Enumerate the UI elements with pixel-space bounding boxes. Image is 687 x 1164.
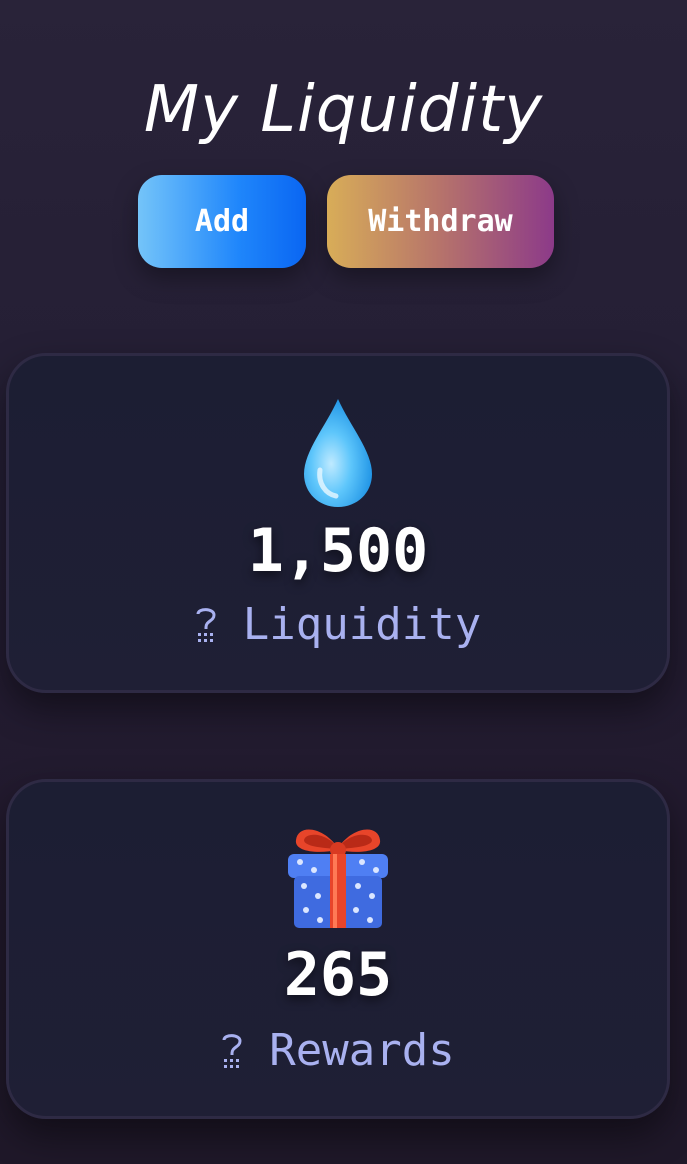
rewards-card: 265 Rewards — [6, 779, 670, 1119]
action-buttons: Add Withdraw — [0, 175, 687, 269]
page-title: My Liquidity — [143, 73, 544, 147]
withdraw-button[interactable]: Withdraw — [327, 175, 554, 268]
question-icon[interactable] — [221, 1031, 243, 1071]
water-drop-icon — [9, 396, 667, 511]
gift-icon — [9, 820, 667, 932]
liquidity-value: 1,500 — [247, 516, 429, 586]
liquidity-card: 1,500 Liquidity — [6, 353, 670, 693]
add-button[interactable]: Add — [138, 175, 306, 268]
rewards-value: 265 — [283, 940, 393, 1010]
rewards-label: Rewards — [269, 1025, 455, 1076]
rewards-label-row: Rewards — [9, 1026, 667, 1076]
question-icon[interactable] — [195, 605, 217, 645]
liquidity-label: Liquidity — [242, 599, 482, 650]
liquidity-label-row: Liquidity — [9, 600, 667, 650]
